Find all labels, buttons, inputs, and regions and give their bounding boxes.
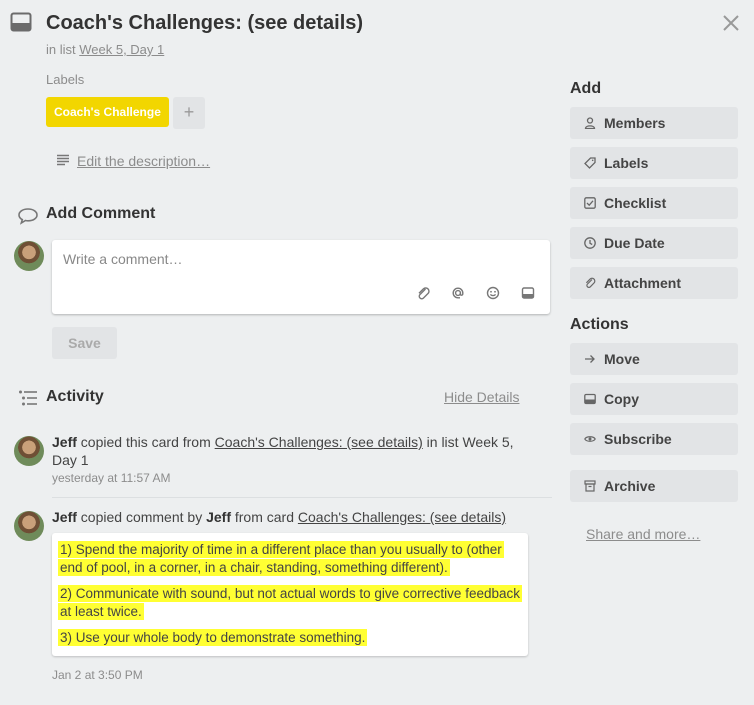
emoji-icon[interactable] (486, 286, 500, 300)
highlighted-text: 3) Use your whole body to demonstrate so… (58, 629, 368, 646)
activity-action-2: from card (230, 509, 298, 525)
add-heading: Add (570, 80, 602, 97)
card-icon[interactable] (521, 286, 535, 300)
comment-placeholder: Write a comment… (63, 251, 183, 267)
checklist-button[interactable]: Checklist (570, 187, 738, 219)
comment-line: 1) Spend the majority of time in a diffe… (58, 541, 522, 577)
avatar[interactable] (14, 436, 44, 466)
attachment-label: Attachment (604, 275, 682, 291)
comment-input[interactable]: Write a comment… (52, 240, 550, 314)
archive-icon (584, 480, 596, 492)
activity-action: copied this card from (76, 434, 215, 450)
copied-comment: 1) Spend the majority of time in a diffe… (52, 533, 528, 656)
arrow-right-icon (585, 355, 595, 363)
eye-icon (584, 436, 596, 442)
labels-heading: Labels (46, 72, 85, 87)
divider (52, 497, 552, 498)
archive-label: Archive (604, 478, 656, 494)
highlighted-text: 1) Spend the majority of time in a diffe… (58, 541, 504, 576)
activity-timestamp[interactable]: Jan 2 at 3:50 PM (52, 668, 143, 682)
activity-user[interactable]: Jeff (52, 509, 77, 525)
activity-item: Jeff copied comment by Jeff from card Co… (52, 508, 532, 526)
activity-card-link[interactable]: Coach's Challenges: (see details) (298, 509, 506, 525)
add-label-button[interactable]: + (173, 97, 205, 129)
subscribe-label: Subscribe (604, 431, 672, 447)
comment-icon (18, 208, 38, 225)
mention-icon[interactable] (451, 286, 465, 300)
highlighted-text: 2) Communicate with sound, but not actua… (58, 585, 522, 620)
due-date-label: Due Date (604, 235, 665, 251)
archive-button[interactable]: Archive (570, 470, 738, 502)
checkbox-icon (584, 197, 596, 209)
hide-details-link[interactable]: Hide Details (444, 389, 519, 405)
labels-label: Labels (604, 155, 649, 171)
avatar[interactable] (14, 241, 44, 271)
checklist-label: Checklist (604, 195, 667, 211)
members-label: Members (604, 115, 666, 131)
move-label: Move (604, 351, 640, 367)
list-link[interactable]: Week 5, Day 1 (79, 42, 164, 57)
clock-icon (584, 237, 596, 249)
person-icon (584, 117, 596, 129)
activity-icon (19, 390, 37, 406)
activity-timestamp[interactable]: yesterday at 11:57 AM (52, 471, 171, 485)
activity-user-2[interactable]: Jeff (206, 509, 231, 525)
paperclip-icon (585, 277, 596, 288)
copy-icon (584, 393, 596, 405)
card-title[interactable]: Coach's Challenges: (see details) (46, 12, 363, 35)
due-date-button[interactable]: Due Date (570, 227, 738, 259)
labels-button[interactable]: Labels (570, 147, 738, 179)
activity-card-link[interactable]: Coach's Challenges: (see details) (215, 434, 423, 450)
close-icon[interactable] (720, 12, 742, 34)
avatar[interactable] (14, 511, 44, 541)
members-button[interactable]: Members (570, 107, 738, 139)
in-list-prefix: in list (46, 42, 80, 57)
card-icon (10, 12, 32, 32)
comment-line: 2) Communicate with sound, but not actua… (58, 585, 522, 621)
activity-item: Jeff copied this card from Coach's Chall… (52, 433, 532, 469)
edit-description-link[interactable]: Edit the description… (77, 153, 210, 169)
comment-line: 3) Use your whole body to demonstrate so… (58, 629, 522, 647)
move-button[interactable]: Move (570, 343, 738, 375)
actions-heading: Actions (570, 316, 629, 333)
activity-user[interactable]: Jeff (52, 434, 77, 450)
activity-action: copied comment by (76, 509, 207, 525)
attachment-icon[interactable] (416, 286, 430, 300)
save-button[interactable]: Save (52, 327, 117, 359)
in-list-text: in list Week 5, Day 1 (46, 42, 164, 57)
label-coachs-challenge[interactable]: Coach's Challenge (46, 97, 169, 127)
tag-icon (584, 157, 596, 169)
subscribe-button[interactable]: Subscribe (570, 423, 738, 455)
copy-button[interactable]: Copy (570, 383, 738, 415)
attachment-button[interactable]: Attachment (570, 267, 738, 299)
share-and-more-link[interactable]: Share and more… (586, 526, 700, 542)
add-comment-heading: Add Comment (46, 205, 156, 222)
copy-label: Copy (604, 391, 639, 407)
description-icon (57, 154, 69, 166)
activity-heading: Activity (46, 388, 104, 405)
